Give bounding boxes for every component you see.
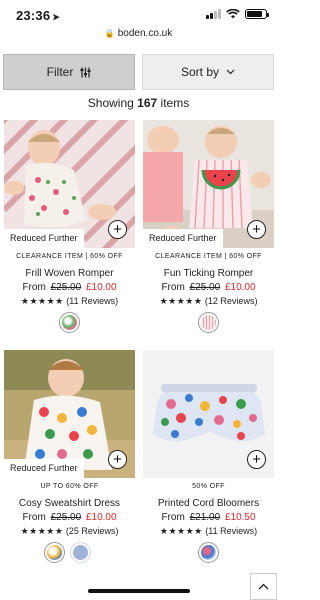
product-rating[interactable]: ★★★★★ (11 Reviews) xyxy=(143,526,274,537)
star-rating-icon: ★★★★★ xyxy=(20,296,64,306)
sliders-icon xyxy=(80,67,91,78)
product-price: From £25.00 £10.00 xyxy=(22,282,117,293)
product-price: From £25.00 £10.00 xyxy=(22,512,117,523)
add-to-bag-icon[interactable]: + xyxy=(108,450,127,469)
cellular-signal-icon xyxy=(206,9,221,19)
colour-swatch[interactable] xyxy=(70,542,91,563)
product-rating[interactable]: ★★★★★ (12 Reviews) xyxy=(143,296,274,307)
reduced-badge: Reduced Further xyxy=(4,229,84,248)
product-rating[interactable]: ★★★★★ (11 Reviews) xyxy=(4,296,135,307)
reduced-badge: Reduced Further xyxy=(143,229,223,248)
star-rating-icon: ★★★★★ xyxy=(159,296,203,306)
product-name[interactable]: Fun Ticking Romper xyxy=(143,268,274,279)
chevron-up-icon xyxy=(258,583,269,590)
product-offer: CLEARANCE ITEM | 60% OFF xyxy=(155,253,262,260)
colour-swatch[interactable] xyxy=(198,312,219,333)
status-time: 23:36 ➤ xyxy=(16,8,60,23)
sort-label: Sort by xyxy=(180,65,219,79)
add-to-bag-icon[interactable]: + xyxy=(247,220,266,239)
status-icons xyxy=(206,9,269,19)
filter-button[interactable]: Filter xyxy=(3,54,135,90)
sort-button[interactable]: Sort by xyxy=(142,54,274,90)
product-offer: UP TO 60% OFF xyxy=(40,483,99,490)
url-text: boden.co.uk xyxy=(117,28,173,39)
wifi-icon xyxy=(226,9,240,19)
product-price: From £25.00 £10.00 xyxy=(161,282,256,293)
colour-swatch[interactable] xyxy=(44,542,65,563)
add-to-bag-icon[interactable]: + xyxy=(247,450,266,469)
product-name[interactable]: Printed Cord Bloomers xyxy=(143,498,274,509)
product-offer: 50% OFF xyxy=(192,483,225,490)
battery-icon xyxy=(245,9,269,19)
filter-label: Filter xyxy=(46,65,74,79)
star-rating-icon: ★★★★★ xyxy=(159,526,203,536)
colour-swatch[interactable] xyxy=(198,542,219,563)
add-to-bag-icon[interactable]: + xyxy=(108,220,127,239)
product-name[interactable]: Cosy Sweatshirt Dress xyxy=(4,498,135,509)
colour-swatch[interactable] xyxy=(59,312,80,333)
location-arrow-icon: ➤ xyxy=(52,12,60,22)
results-count: Showing 167 items xyxy=(87,96,190,110)
product-price: From £21.00 £10.50 xyxy=(161,512,256,523)
star-rating-icon: ★★★★★ xyxy=(20,526,64,536)
status-bar: 23:36 ➤ xyxy=(0,0,277,28)
product-offer: CLEARANCE ITEM | 60% OFF xyxy=(16,253,123,260)
back-to-top-button[interactable] xyxy=(250,573,277,600)
home-indicator[interactable] xyxy=(88,589,190,593)
product-rating[interactable]: ★★★★★ (25 Reviews) xyxy=(4,526,135,537)
address-bar[interactable]: 🔒 boden.co.uk xyxy=(0,28,277,46)
reduced-badge: Reduced Further xyxy=(4,459,84,478)
chevron-down-icon xyxy=(226,69,235,75)
lock-icon: 🔒 xyxy=(104,29,115,38)
product-name[interactable]: Frill Woven Romper xyxy=(4,268,135,279)
